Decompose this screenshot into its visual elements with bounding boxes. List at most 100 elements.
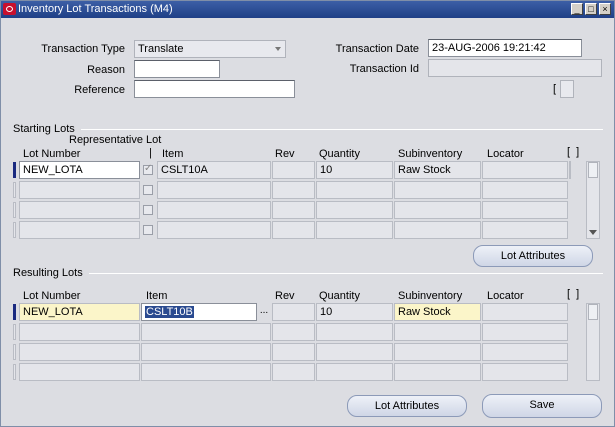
column-header-locator: Locator (487, 290, 524, 302)
column-header-lot-number: Lot Number (23, 148, 81, 160)
result-quantity-cell[interactable] (316, 363, 393, 381)
row-indicator[interactable] (13, 344, 16, 360)
start-quantity-cell[interactable] (316, 221, 393, 239)
start-subinventory-cell[interactable] (394, 221, 481, 239)
scroll-thumb[interactable] (588, 304, 598, 320)
resulting-lots-scrollbar[interactable] (586, 303, 600, 381)
transaction-type-select[interactable]: Translate (134, 40, 286, 58)
minimize-icon[interactable]: _ (571, 3, 583, 15)
column-header-bracket: | (149, 147, 152, 159)
representative-lot-checkbox[interactable] (143, 205, 153, 215)
start-item-cell[interactable] (157, 201, 271, 219)
start-subinventory-cell[interactable]: Raw Stock (394, 161, 481, 179)
section-divider (89, 273, 603, 274)
result-lot-number-cell[interactable] (19, 323, 140, 341)
column-header-flex-bracket: [ ] (567, 146, 580, 158)
start-lot-number-cell[interactable] (19, 221, 140, 239)
start-item-cell[interactable] (157, 221, 271, 239)
start-rev-cell[interactable] (272, 201, 315, 219)
result-item-cell[interactable] (141, 323, 271, 341)
start-subinventory-cell[interactable] (394, 201, 481, 219)
row-indicator[interactable] (13, 324, 16, 340)
result-item-value: CSLT10B (145, 306, 194, 318)
result-lot-number-cell[interactable] (19, 343, 140, 361)
section-divider (81, 129, 603, 130)
start-lot-number-cell[interactable] (19, 181, 140, 199)
start-quantity-cell[interactable] (316, 181, 393, 199)
result-rev-cell[interactable] (272, 363, 315, 381)
starting-lot-attributes-button[interactable]: Lot Attributes (473, 245, 593, 267)
representative-lot-checkbox[interactable] (143, 185, 153, 195)
result-item-cell[interactable] (141, 343, 271, 361)
row-indicator[interactable] (13, 222, 16, 238)
window-title: Inventory Lot Transactions (M4) (18, 3, 173, 15)
result-quantity-cell[interactable] (316, 323, 393, 341)
result-rev-cell[interactable] (272, 303, 315, 321)
result-quantity-cell[interactable] (316, 343, 393, 361)
start-locator-cell[interactable] (482, 181, 568, 199)
result-item-cell[interactable]: CSLT10B (141, 303, 257, 321)
transaction-date-label: Transaction Date (335, 43, 419, 55)
start-item-cell[interactable] (157, 181, 271, 199)
transaction-type-label: Transaction Type (41, 43, 125, 55)
column-header-rev: Rev (275, 148, 295, 160)
result-subinventory-cell[interactable] (394, 323, 481, 341)
starting-lots-scrollbar[interactable] (586, 161, 600, 239)
result-item-cell[interactable] (141, 363, 271, 381)
close-icon[interactable]: × (599, 3, 611, 15)
start-locator-cell[interactable] (482, 201, 568, 219)
row-indicator[interactable] (13, 304, 16, 320)
transaction-type-value: Translate (138, 43, 184, 55)
start-item-cell[interactable]: CSLT10A (157, 161, 271, 179)
result-locator-cell[interactable] (482, 323, 568, 341)
start-quantity-cell[interactable]: 10 (316, 161, 393, 179)
list-of-values-button[interactable]: ... (257, 303, 271, 321)
start-rev-cell[interactable] (272, 181, 315, 199)
reference-field[interactable] (134, 80, 295, 98)
row-indicator[interactable] (13, 202, 16, 218)
transaction-id-label: Transaction Id (349, 63, 419, 75)
descriptive-flexfield[interactable] (560, 80, 574, 98)
starting-lots-title: Starting Lots (13, 123, 75, 135)
result-rev-cell[interactable] (272, 323, 315, 341)
resulting-lots-title: Resulting Lots (13, 267, 83, 279)
start-locator-cell[interactable] (482, 161, 568, 179)
column-header-subinventory: Subinventory (398, 290, 463, 302)
scroll-down-icon[interactable] (589, 230, 597, 235)
resulting-lot-attributes-button[interactable]: Lot Attributes (347, 395, 467, 417)
flexfield-bracket: [ (553, 83, 557, 95)
start-lot-number-cell[interactable]: NEW_LOTA (19, 161, 140, 179)
column-header-locator: Locator (487, 148, 524, 160)
start-rev-cell[interactable] (272, 221, 315, 239)
row-indicator[interactable] (13, 162, 16, 178)
result-subinventory-cell[interactable] (394, 363, 481, 381)
start-lot-number-cell[interactable] (19, 201, 140, 219)
result-quantity-cell[interactable]: 10 (316, 303, 393, 321)
reference-label: Reference (74, 84, 125, 96)
row-indicator[interactable] (13, 364, 16, 380)
start-flex-cell[interactable] (569, 161, 571, 179)
maximize-icon[interactable]: □ (585, 3, 597, 15)
result-locator-cell[interactable] (482, 303, 568, 321)
result-lot-number-cell[interactable]: NEW_LOTA (19, 303, 140, 321)
reason-field[interactable] (134, 60, 220, 78)
result-locator-cell[interactable] (482, 363, 568, 381)
start-quantity-cell[interactable] (316, 201, 393, 219)
scroll-thumb[interactable] (588, 162, 598, 178)
result-subinventory-cell[interactable] (394, 343, 481, 361)
result-subinventory-cell[interactable]: Raw Stock (394, 303, 481, 321)
save-button[interactable]: Save (482, 394, 602, 418)
representative-lot-checkbox[interactable] (143, 225, 153, 235)
row-indicator[interactable] (13, 182, 16, 198)
result-lot-number-cell[interactable] (19, 363, 140, 381)
title-bar: Inventory Lot Transactions (M4) _ □ × (1, 1, 614, 18)
result-rev-cell[interactable] (272, 343, 315, 361)
start-rev-cell[interactable] (272, 161, 315, 179)
representative-lot-checkbox[interactable] (143, 163, 153, 175)
transaction-date-field[interactable]: 23-AUG-2006 19:21:42 (428, 39, 582, 57)
column-header-item: Item (162, 148, 184, 160)
result-locator-cell[interactable] (482, 343, 568, 361)
start-subinventory-cell[interactable] (394, 181, 481, 199)
column-header-rev: Rev (275, 290, 295, 302)
start-locator-cell[interactable] (482, 221, 568, 239)
